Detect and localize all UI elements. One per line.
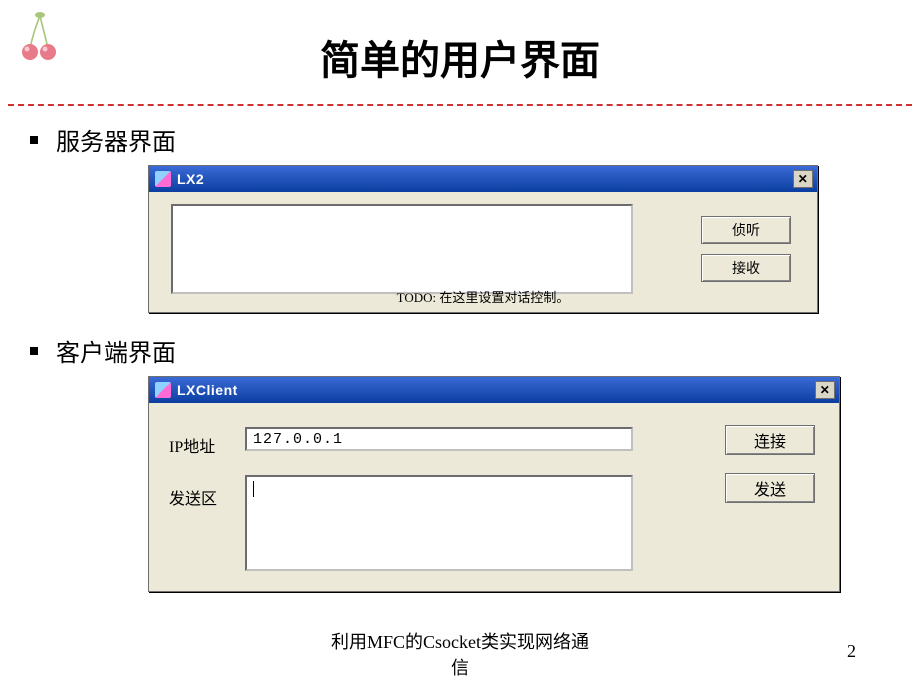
cherry-decoration <box>20 10 60 70</box>
client-window: LXClient ✕ IP地址 发送区 连接 发送 <box>148 376 840 592</box>
bullet-square-icon <box>30 347 38 355</box>
send-textarea[interactable] <box>245 475 633 571</box>
bullet-square-icon <box>30 136 38 144</box>
app-icon <box>155 382 171 398</box>
client-titlebar: LXClient ✕ <box>149 377 839 403</box>
title-divider <box>8 104 912 106</box>
close-icon[interactable]: ✕ <box>815 381 835 399</box>
close-icon[interactable]: ✕ <box>793 170 813 188</box>
client-window-title: LXClient <box>177 382 815 398</box>
bullet-client-label: 客户端界面 <box>56 333 176 368</box>
page-number: 2 <box>847 641 856 662</box>
server-textarea[interactable] <box>171 204 633 294</box>
connect-button[interactable]: 连接 <box>725 425 815 455</box>
footer-text-line1: 利用MFC的Csocket类实现网络通 <box>331 632 589 652</box>
server-client-area: 侦听 接收 TODO: 在这里设置对话控制。 <box>149 192 817 312</box>
slide-footer: 利用MFC的Csocket类实现网络通 信 <box>0 628 920 680</box>
text-cursor <box>253 481 254 497</box>
todo-placeholder-text: TODO: 在这里设置对话控制。 <box>149 287 817 306</box>
app-icon <box>155 171 171 187</box>
client-client-area: IP地址 发送区 连接 发送 <box>149 403 839 591</box>
bullet-client: 客户端界面 <box>30 333 920 368</box>
bullet-server-label: 服务器界面 <box>56 122 176 157</box>
server-window-title: LX2 <box>177 171 793 187</box>
ip-label: IP地址 <box>169 433 215 457</box>
slide-title: 简单的用户界面 <box>0 0 920 104</box>
listen-button[interactable]: 侦听 <box>701 216 791 244</box>
ip-input[interactable] <box>245 427 633 451</box>
send-button[interactable]: 发送 <box>725 473 815 503</box>
server-window: LX2 ✕ 侦听 接收 TODO: 在这里设置对话控制。 <box>148 165 818 313</box>
bullet-server: 服务器界面 <box>30 122 920 157</box>
send-area-label: 发送区 <box>169 485 217 509</box>
server-titlebar: LX2 ✕ <box>149 166 817 192</box>
receive-button[interactable]: 接收 <box>701 254 791 282</box>
footer-text-line2: 信 <box>451 658 469 678</box>
